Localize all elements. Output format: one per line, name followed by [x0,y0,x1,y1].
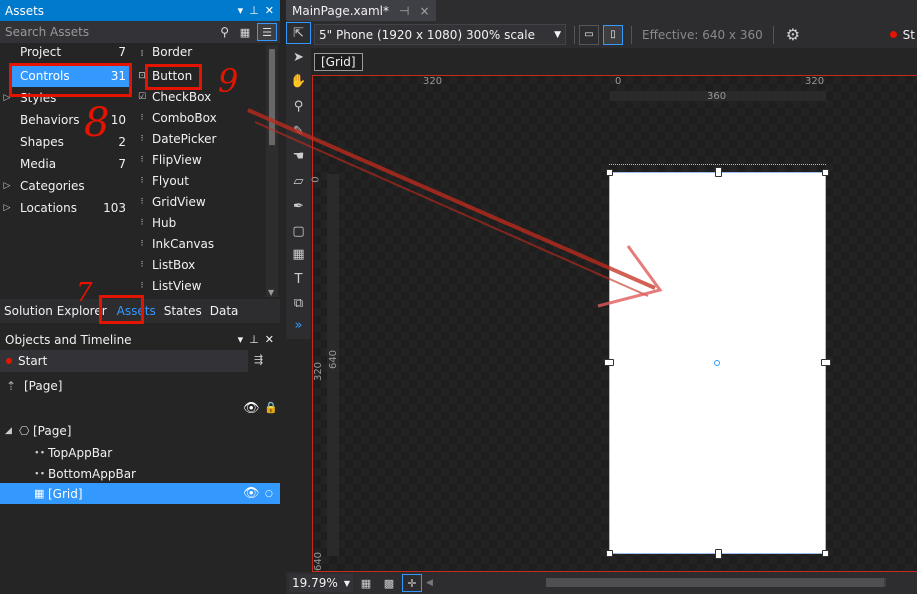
annotation-number-8: 8 [84,100,110,146]
annotation-number-9: 9 [218,62,239,100]
annotation-drawing [247,108,663,308]
annotation-number-7: 7 [76,278,93,308]
